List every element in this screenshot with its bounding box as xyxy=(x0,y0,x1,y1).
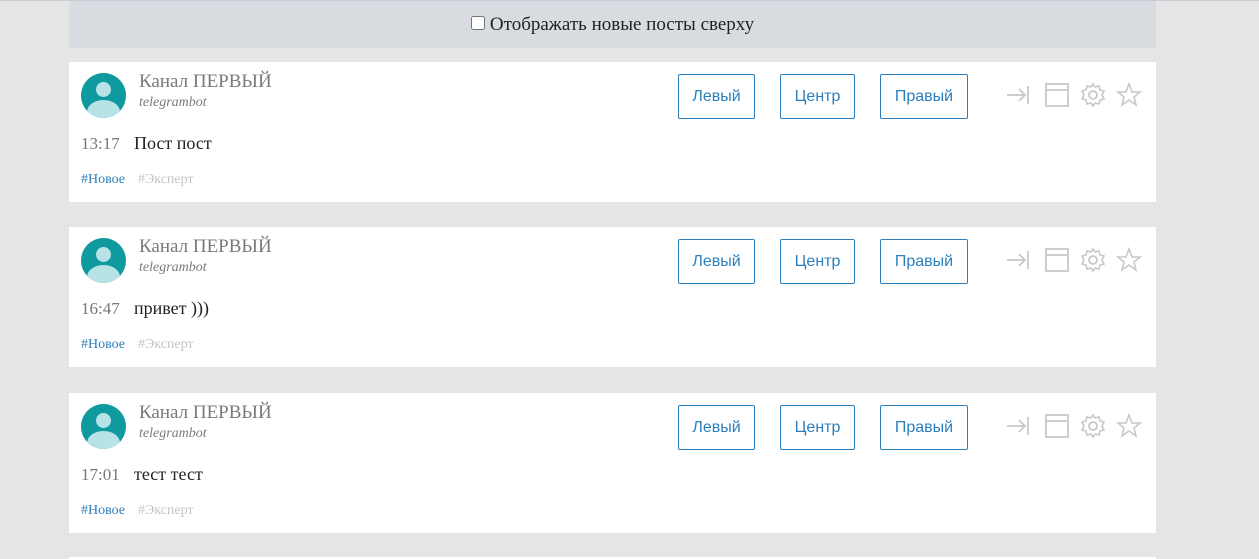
tag-new[interactable]: #Новое xyxy=(81,172,125,188)
avatar xyxy=(81,404,126,449)
channel-name: Канал ПЕРВЫЙ xyxy=(139,402,272,423)
gear-icon[interactable] xyxy=(1080,82,1106,108)
window-icon[interactable] xyxy=(1044,413,1070,439)
send-to-end-icon[interactable] xyxy=(1005,82,1031,108)
post-time: 16:47 xyxy=(81,299,120,318)
star-icon[interactable] xyxy=(1116,82,1142,108)
window-icon[interactable] xyxy=(1044,247,1070,273)
show-new-posts-on-top-checkbox[interactable] xyxy=(470,16,485,30)
post-text: Пост пост xyxy=(134,133,212,153)
post-card: Канал ПЕРВЫЙ telegrambot Левый Центр Пра… xyxy=(69,62,1156,202)
gear-icon[interactable] xyxy=(1080,247,1106,273)
center-button[interactable]: Центр xyxy=(780,405,855,450)
channel-name: Канал ПЕРВЫЙ xyxy=(139,236,272,257)
post-card: Канал ПЕРВЫЙ telegrambot Левый Центр Пра… xyxy=(69,227,1156,367)
post-card: Канал ПЕРВЫЙ telegrambot Левый Центр Пра… xyxy=(69,393,1156,533)
window-icon[interactable] xyxy=(1044,82,1070,108)
star-icon[interactable] xyxy=(1116,413,1142,439)
center-button[interactable]: Центр xyxy=(780,74,855,119)
channel-username: telegrambot xyxy=(139,95,207,110)
right-button[interactable]: Правый xyxy=(880,239,968,284)
center-button[interactable]: Центр xyxy=(780,239,855,284)
channel-name: Канал ПЕРВЫЙ xyxy=(139,71,272,92)
star-icon[interactable] xyxy=(1116,247,1142,273)
tag-new[interactable]: #Новое xyxy=(81,337,125,353)
gear-icon[interactable] xyxy=(1080,413,1106,439)
tag-expert[interactable]: #Эксперт xyxy=(138,337,194,353)
avatar xyxy=(81,238,126,283)
right-button[interactable]: Правый xyxy=(880,74,968,119)
channel-username: telegrambot xyxy=(139,260,207,275)
tag-expert[interactable]: #Эксперт xyxy=(138,503,194,519)
send-to-end-icon[interactable] xyxy=(1005,413,1031,439)
left-button[interactable]: Левый xyxy=(678,74,755,119)
send-to-end-icon[interactable] xyxy=(1005,247,1031,273)
post-time: 13:17 xyxy=(81,134,120,153)
show-new-posts-on-top-label[interactable]: Отображать новые посты сверху xyxy=(490,14,754,36)
channel-username: telegrambot xyxy=(139,426,207,441)
avatar xyxy=(81,73,126,118)
top-settings-bar: Отображать новые посты сверху xyxy=(69,1,1156,48)
tag-new[interactable]: #Новое xyxy=(81,503,125,519)
post-time: 17:01 xyxy=(81,465,120,484)
post-text: привет ))) xyxy=(134,298,209,318)
post-text: тест тест xyxy=(134,464,203,484)
right-button[interactable]: Правый xyxy=(880,405,968,450)
left-button[interactable]: Левый xyxy=(678,405,755,450)
tag-expert[interactable]: #Эксперт xyxy=(138,172,194,188)
left-button[interactable]: Левый xyxy=(678,239,755,284)
